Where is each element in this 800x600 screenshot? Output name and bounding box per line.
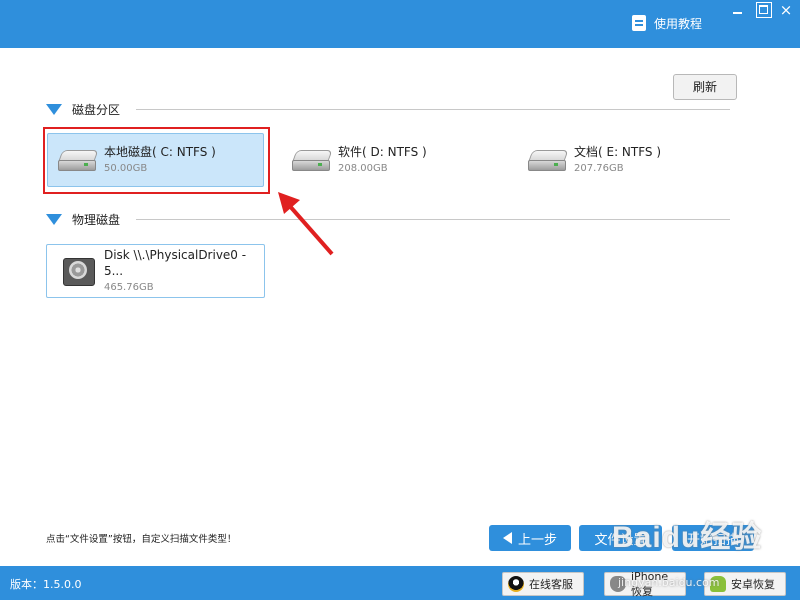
hard-drive-icon: [290, 147, 333, 173]
drive-name: Disk \\.\PhysicalDrive0 - 5...: [103, 248, 247, 278]
hard-drive-icon: [56, 147, 99, 173]
hint-text: 点击“文件设置”按钮，自定义扫描文件类型！: [46, 534, 237, 545]
apple-icon: [610, 576, 626, 592]
collapse-triangle-icon[interactable]: [46, 213, 62, 225]
iphone-restore-label: iPhone恢复: [631, 569, 669, 598]
close-button[interactable]: ×: [778, 2, 794, 18]
status-bar: 版本：1.5.0.0 在线客服 iPhone恢复 安卓恢复: [0, 566, 800, 600]
drive-e[interactable]: 文档( E: NTFS ) 207.76GB: [522, 133, 736, 187]
drive-name: 软件( D: NTFS ): [338, 145, 427, 159]
online-service-button[interactable]: 在线客服: [502, 572, 584, 596]
file-settings-button[interactable]: 文件设置: [579, 525, 662, 551]
start-scan-label: 开始扫描: [686, 532, 739, 548]
drive-name: 文档( E: NTFS ): [574, 145, 662, 159]
physical-drive-0[interactable]: Disk \\.\PhysicalDrive0 - 5... 465.76GB: [46, 244, 265, 298]
partition-section-title: 磁盘分区: [72, 102, 121, 117]
physical-section-header: 物理磁盘: [46, 211, 730, 227]
drive-size: 465.76GB: [103, 282, 154, 293]
start-scan-button[interactable]: 开始扫描: [672, 525, 754, 551]
physical-disk-icon: [61, 256, 95, 286]
file-settings-label: 文件设置: [594, 532, 647, 548]
android-icon: [710, 576, 726, 592]
android-restore-label: 安卓恢复: [731, 578, 775, 591]
physical-section-title: 物理磁盘: [72, 212, 121, 227]
hard-drive-icon: [526, 147, 569, 173]
version-text: 版本：1.5.0.0: [10, 578, 82, 591]
drive-name: 本地磁盘( C: NTFS ): [104, 145, 216, 159]
help-tutorial-label: 使用教程: [654, 16, 703, 31]
section-divider: [136, 109, 730, 110]
partition-section-header: 磁盘分区: [46, 101, 730, 117]
title-bar: 使用教程 ×: [0, 0, 800, 48]
drive-size: 50.00GB: [104, 163, 148, 174]
maximize-button[interactable]: [756, 2, 772, 18]
minimize-button[interactable]: [730, 2, 746, 18]
online-service-label: 在线客服: [529, 578, 573, 591]
iphone-restore-button[interactable]: iPhone恢复: [604, 569, 686, 598]
drive-c[interactable]: 本地磁盘( C: NTFS ) 50.00GB: [47, 133, 264, 187]
drive-size: 207.76GB: [574, 163, 624, 174]
section-divider: [136, 219, 730, 220]
back-arrow-icon: [502, 532, 512, 544]
drive-d[interactable]: 软件( D: NTFS ) 208.00GB: [286, 133, 506, 187]
book-icon: [632, 15, 646, 31]
drive-size: 208.00GB: [338, 163, 388, 174]
android-restore-button[interactable]: 安卓恢复: [704, 572, 786, 596]
collapse-triangle-icon[interactable]: [46, 103, 62, 115]
qq-icon: [508, 576, 524, 592]
refresh-button[interactable]: 刷新: [673, 74, 737, 100]
back-button-label: 上一步: [517, 532, 557, 548]
back-button[interactable]: 上一步: [489, 525, 571, 551]
help-tutorial-link[interactable]: 使用教程: [632, 12, 702, 34]
